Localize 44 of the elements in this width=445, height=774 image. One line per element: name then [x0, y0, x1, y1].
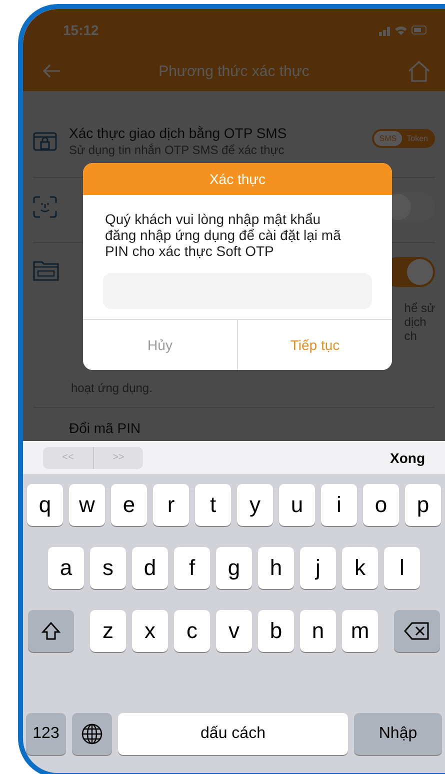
letter-key[interactable]: a [48, 547, 84, 589]
enter-key[interactable]: Nhập [354, 713, 442, 755]
letter-key[interactable]: q [27, 484, 63, 526]
letter-key[interactable]: m [342, 610, 378, 652]
folder-icon [33, 261, 59, 281]
globe-key[interactable] [72, 713, 112, 755]
letter-key[interactable]: p [405, 484, 441, 526]
shift-key[interactable] [28, 610, 74, 652]
letter-key[interactable]: t [195, 484, 231, 526]
letter-key[interactable]: o [363, 484, 399, 526]
backspace-key[interactable] [394, 610, 440, 652]
letter-key[interactable]: g [216, 547, 252, 589]
letter-key[interactable]: x [132, 610, 168, 652]
letter-key[interactable]: r [153, 484, 189, 526]
done-button[interactable]: Xong [384, 448, 431, 466]
letter-key[interactable]: w [69, 484, 105, 526]
letter-key[interactable]: z [90, 610, 126, 652]
globe-icon [81, 723, 103, 745]
letter-key[interactable]: k [342, 547, 378, 589]
dialog-title: Xác thực [83, 163, 392, 195]
letter-key[interactable]: l [384, 547, 420, 589]
header-title: Phương thức xác thực [158, 62, 310, 80]
status-icons [379, 24, 429, 36]
backspace-icon [404, 622, 430, 640]
dialog-message: Quý khách vui lòng nhập mật khẩu đăng nhập ứng dụng để cài đặt lại mã PIN cho xác thực Soft OTP [105, 211, 342, 259]
shift-icon [41, 621, 61, 641]
letter-key[interactable]: j [300, 547, 336, 589]
letter-key[interactable]: n [300, 610, 336, 652]
face-scan-icon [33, 196, 57, 218]
numbers-key[interactable]: 123 [26, 713, 66, 755]
status-time: 15:12 [63, 22, 99, 38]
letter-key[interactable]: b [258, 610, 294, 652]
lock-window-icon [33, 131, 57, 153]
letter-key[interactable]: i [321, 484, 357, 526]
letter-key[interactable]: u [279, 484, 315, 526]
letter-key[interactable]: c [174, 610, 210, 652]
letter-key[interactable]: s [90, 547, 126, 589]
letter-key[interactable]: h [258, 547, 294, 589]
letter-key[interactable]: e [111, 484, 147, 526]
letter-key[interactable]: f [174, 547, 210, 589]
letter-key[interactable]: d [132, 547, 168, 589]
letter-key[interactable]: v [216, 610, 252, 652]
space-key[interactable]: dấu cách [118, 713, 348, 755]
letter-key[interactable]: y [237, 484, 273, 526]
